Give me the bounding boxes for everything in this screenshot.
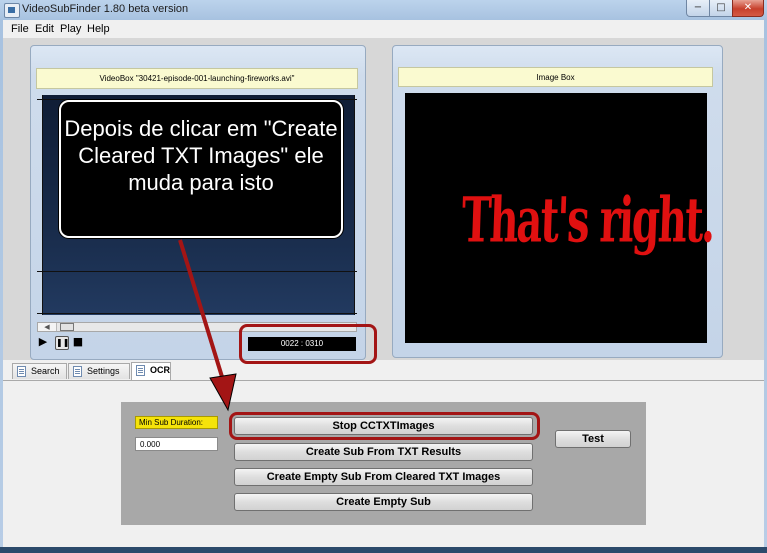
annotation-arrow	[178, 239, 237, 412]
application-window: VideoSubFinder 1.80 beta version − □ ✕ F…	[0, 0, 767, 553]
annotation-callout: Depois de clicar em "Create Cleared TXT …	[59, 100, 343, 238]
